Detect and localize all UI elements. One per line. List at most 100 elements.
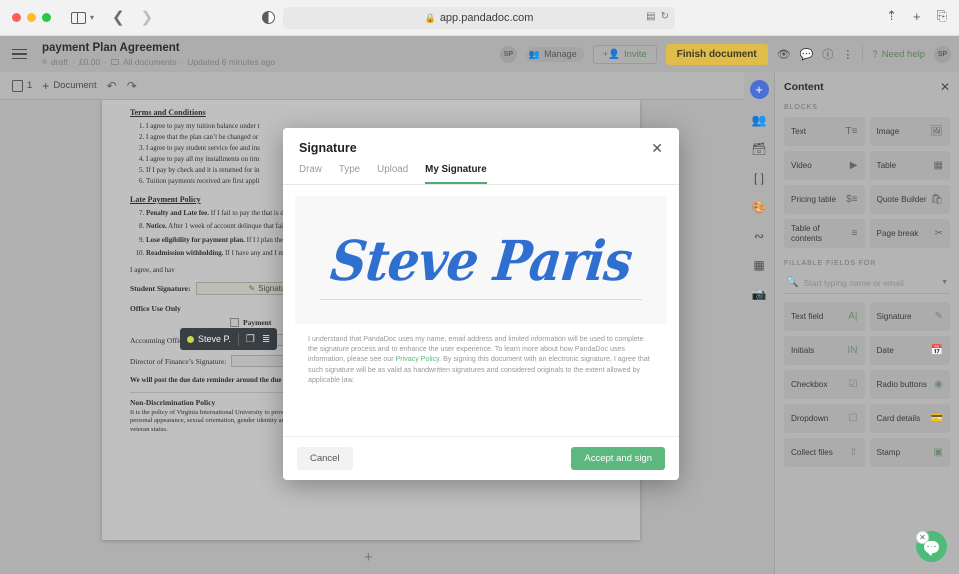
kebab-menu-icon[interactable]: ⋮ xyxy=(842,48,853,61)
apps-grid-icon[interactable]: ▦ xyxy=(750,257,768,273)
block-pricing-table[interactable]: Pricing table $≡ xyxy=(784,185,865,214)
field-card-details[interactable]: Card details 💳 xyxy=(869,404,950,433)
block-label: Video xyxy=(791,160,812,170)
signature-modal[interactable]: Signature ✕ Draw Type Upload My Signatur… xyxy=(283,128,679,480)
block-label: Table of contents xyxy=(791,223,822,243)
tab-overview-icon[interactable]: ⎘ xyxy=(937,8,947,24)
redo-icon[interactable]: ↷ xyxy=(127,79,137,93)
translate-icon[interactable]: ▤ xyxy=(646,11,655,22)
cancel-button[interactable]: Cancel xyxy=(297,447,353,470)
search-input[interactable]: Start typing name or email xyxy=(803,278,936,288)
field-collect-files[interactable]: Collect files ⇧ xyxy=(784,438,865,467)
recipient-name[interactable]: Steve P. xyxy=(187,334,231,344)
duplicate-icon[interactable]: ❐ xyxy=(246,334,255,345)
plus-icon[interactable]: + xyxy=(913,9,921,24)
field-stamp[interactable]: Stamp ▣ xyxy=(869,438,950,467)
block-image[interactable]: Image 🖼 xyxy=(869,117,950,146)
sidebar-toggle-icon[interactable]: ▾ xyxy=(71,11,94,24)
reload-icon[interactable]: ↻ xyxy=(661,11,669,22)
hamburger-menu-icon[interactable] xyxy=(12,48,27,60)
privacy-policy-link[interactable]: Privacy Policy xyxy=(396,355,440,363)
chevron-down-icon[interactable]: ▾ xyxy=(90,13,94,22)
manage-label: Manage xyxy=(544,49,577,59)
terms-heading: Terms and Conditions xyxy=(130,108,206,117)
checkbox-icon[interactable] xyxy=(230,318,239,328)
field-signature[interactable]: Signature ✎ xyxy=(869,302,950,331)
variables-icon[interactable]: [ ] xyxy=(750,170,768,186)
tab-type[interactable]: Type xyxy=(339,164,360,184)
pages-counter[interactable]: 1 xyxy=(12,79,32,92)
block-text[interactable]: Text T≡ xyxy=(784,117,865,146)
tab-upload[interactable]: Upload xyxy=(377,164,408,184)
eye-icon[interactable]: 👁 xyxy=(777,48,791,61)
reader-contrast-icon[interactable] xyxy=(262,11,275,24)
meta-sep-1: · xyxy=(72,56,75,67)
chevron-right-icon[interactable]: ❯ xyxy=(141,10,154,25)
block-quote-builder[interactable]: Quote Builder 🛍 xyxy=(869,185,950,214)
tools-rail: + 👥 🗃 [ ] 🎨 ∾ ▦ 📷 xyxy=(744,72,775,574)
close-icon[interactable]: ✕ xyxy=(651,141,663,155)
close-window-button[interactable] xyxy=(12,13,21,22)
video-icon: ▶ xyxy=(849,159,858,171)
editor-toolbar: 1 + Document ↶ ↷ xyxy=(0,72,744,100)
panel-title: Content xyxy=(784,81,824,93)
finish-document-button[interactable]: Finish document xyxy=(665,43,768,65)
share-icon[interactable]: ⇡ xyxy=(886,8,897,24)
field-dropdown[interactable]: Dropdown ☐ xyxy=(784,404,865,433)
pen-icon: ✎ xyxy=(248,284,256,294)
tab-draw[interactable]: Draw xyxy=(299,164,322,184)
folder-name[interactable]: All documents xyxy=(123,57,176,67)
modal-title: Signature xyxy=(299,141,357,155)
blocks-section-label: BLOCKS xyxy=(784,104,818,111)
field-date[interactable]: Date 📅 xyxy=(869,336,950,365)
close-icon[interactable]: ✕ xyxy=(940,80,950,94)
pricing-table-icon: $≡ xyxy=(846,193,858,205)
recipients-icon[interactable]: 👥 xyxy=(750,112,768,128)
toolbar-divider xyxy=(237,332,239,346)
signature-baseline xyxy=(320,299,642,300)
need-help-button[interactable]: ? Need help xyxy=(872,49,925,60)
comment-icon[interactable]: 💬 xyxy=(800,48,814,61)
media-library-icon[interactable]: 📷 xyxy=(750,286,768,302)
workflow-icon[interactable]: ∾ xyxy=(750,228,768,244)
chevron-left-icon[interactable]: ❮ xyxy=(112,10,125,25)
accept-and-sign-button[interactable]: Accept and sign xyxy=(571,447,665,470)
user-avatar[interactable]: SP xyxy=(934,45,951,63)
field-radio-buttons[interactable]: Radio buttons ◉ xyxy=(869,370,950,399)
maximize-window-button[interactable] xyxy=(42,13,51,22)
recipient-search[interactable]: 🔍 Start typing name or email ▼ xyxy=(784,273,950,294)
align-icon[interactable]: ≣ xyxy=(262,334,270,345)
info-icon[interactable]: ⓘ xyxy=(822,46,833,62)
block-label: Image xyxy=(876,126,900,136)
chevron-down-icon[interactable]: ▼ xyxy=(941,279,948,286)
address-bar[interactable]: 🔒 app.pandadoc.com ▤ ↻ xyxy=(283,7,675,29)
chat-close-button[interactable]: ✕ xyxy=(916,531,929,544)
page-title: payment Plan Agreement xyxy=(42,41,180,54)
block-video[interactable]: Video ▶ xyxy=(784,151,865,180)
add-content-icon[interactable]: + xyxy=(749,80,769,99)
field-checkbox[interactable]: Checkbox ☑ xyxy=(784,370,865,399)
cards-icon[interactable]: 🗃 xyxy=(750,141,768,157)
block-table[interactable]: Table ▦ xyxy=(869,151,950,180)
manage-recipients-button[interactable]: 👥 Manage xyxy=(525,46,584,62)
field-initials[interactable]: Initials IN xyxy=(784,336,865,365)
add-person-icon: +👤 xyxy=(602,48,620,60)
block-page-break[interactable]: Page break ✂ xyxy=(869,219,950,248)
avatar[interactable]: SP xyxy=(499,45,517,63)
block-label: Page break xyxy=(876,228,919,238)
tab-my-signature[interactable]: My Signature xyxy=(425,164,487,184)
theme-palette-icon[interactable]: 🎨 xyxy=(750,199,768,215)
recipient-field-toolbar[interactable]: Steve P. ❐ ≣ xyxy=(180,328,278,350)
address-bar-actions: ▤ ↻ xyxy=(646,11,669,22)
add-page-button[interactable]: + xyxy=(364,549,373,566)
document-title-block: payment Plan Agreement draft · £0.00 · A… xyxy=(42,42,275,67)
block-table-of-contents[interactable]: Table of contents ≡ xyxy=(784,219,865,248)
signature-preview[interactable]: Steve Paris xyxy=(295,196,667,324)
minimize-window-button[interactable] xyxy=(27,13,36,22)
add-document-button[interactable]: + Document xyxy=(42,79,96,93)
dropdown-icon: ☐ xyxy=(848,412,858,424)
invite-button[interactable]: +👤 Invite xyxy=(592,44,657,64)
invite-label: Invite xyxy=(624,48,647,60)
field-text-field[interactable]: Text field A| xyxy=(784,302,865,331)
undo-icon[interactable]: ↶ xyxy=(107,79,117,93)
